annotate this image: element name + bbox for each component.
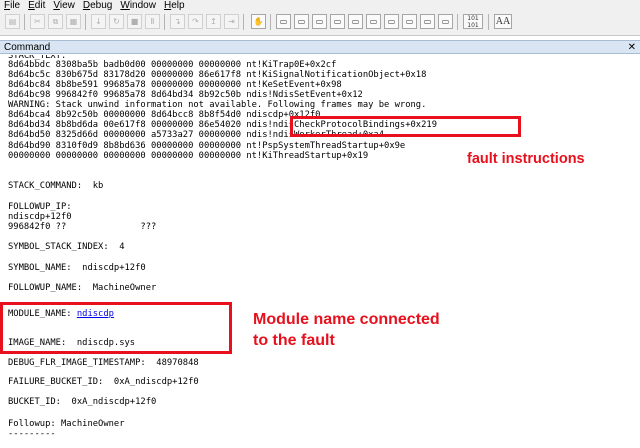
output-line: SYMBOL_NAME: ndiscdp+12f0 <box>8 263 146 274</box>
source-mode-icon[interactable]: ▭ <box>438 14 453 29</box>
disassembly-window-icon[interactable]: ▭ <box>384 14 399 29</box>
breakpoint-hand-icon[interactable]: ✋ <box>251 14 266 29</box>
processes-threads-icon[interactable]: ▭ <box>420 14 435 29</box>
output-line-text: Followup: MachineOwner <box>8 419 125 429</box>
output-line-text: 00000000 00000000 00000000 00000000 0000… <box>8 151 369 161</box>
toolbar-separator <box>270 14 271 30</box>
copy-icon[interactable]: ⧉ <box>48 14 63 29</box>
output-line-text: WARNING: Stack unwind information not av… <box>8 100 427 110</box>
fault-instruction-highlight <box>290 116 521 137</box>
output-line: FAILURE_BUCKET_ID: 0xA_ndiscdp+12f0 <box>8 377 199 388</box>
output-line-text: STACK_COMMAND: kb <box>8 181 104 191</box>
toolbar: ▤ ✂ ⧉ ▦ ↓ ↻ ■ Ⅱ ↴ ↷ ↥ ⇥ ✋ ▭ ▭ ▭ ▭ ▭ ▭ ▭ … <box>0 11 640 36</box>
close-icon[interactable]: ✕ <box>628 41 636 55</box>
output-line-text: 8d64bbdc 8308ba5b badb0d00 00000000 0000… <box>8 60 337 70</box>
registers-window-icon[interactable]: ▭ <box>330 14 345 29</box>
output-line: --------- <box>8 429 56 440</box>
open-icon[interactable]: ▤ <box>5 14 20 29</box>
output-line-text: SYMBOL_STACK_INDEX: 4 <box>8 242 125 252</box>
output-line-text: 8d64bc5c 830b675d 83178d20 00000000 86e6… <box>8 70 427 80</box>
module-annotation-line: to the fault <box>253 332 335 349</box>
module-name-annotation: Module name connected to the fault <box>253 309 440 351</box>
menu-bar: File Edit View Debug Window Help <box>0 0 640 11</box>
output-line: SYMBOL_STACK_INDEX: 4 <box>8 242 125 253</box>
break-icon[interactable]: Ⅱ <box>145 14 160 29</box>
menu-edit[interactable]: Edit <box>24 0 49 11</box>
module-annotation-line: Module name connected <box>253 311 440 328</box>
hex-label: 101 <box>467 22 479 29</box>
output-line-text: FOLLOWUP_IP: <box>8 202 72 212</box>
toolbar-separator <box>243 14 244 30</box>
output-line-text: FOLLOWUP_NAME: MachineOwner <box>8 283 157 293</box>
restart-icon[interactable]: ↻ <box>109 14 124 29</box>
step-out-icon[interactable]: ↥ <box>206 14 221 29</box>
hex-label: 101 <box>467 15 479 22</box>
memory-window-icon[interactable]: ▭ <box>348 14 363 29</box>
step-over-icon[interactable]: ↷ <box>188 14 203 29</box>
toolbar-separator <box>164 14 165 30</box>
output-line: 996842f0 ?? ??? <box>8 222 156 233</box>
output-line: BUCKET_ID: 0xA_ndiscdp+12f0 <box>8 397 156 408</box>
paste-icon[interactable]: ▦ <box>66 14 81 29</box>
cut-icon[interactable]: ✂ <box>30 14 45 29</box>
toolbar-separator <box>85 14 86 30</box>
step-into-icon[interactable]: ↴ <box>170 14 185 29</box>
output-line: DEBUG_FLR_IMAGE_TIMESTAMP: 48970848 <box>8 358 199 369</box>
output-line-text: BUCKET_ID: 0xA_ndiscdp+12f0 <box>8 397 157 407</box>
output-line-text: 8d64bca4 8b92c50b 00000000 8d64bcc8 8b8f… <box>8 110 321 120</box>
output-line-text: 8d64bc98 996842f0 99685a78 8d64bd34 8b92… <box>8 90 363 100</box>
menu-debug[interactable]: Debug <box>79 0 116 11</box>
output-line-text: --------- <box>8 429 56 439</box>
output-line: 00000000 00000000 00000000 00000000 0000… <box>8 151 368 162</box>
menu-window[interactable]: Window <box>116 0 160 11</box>
scratch-pad-icon[interactable]: ▭ <box>402 14 417 29</box>
toolbar-separator <box>457 14 458 30</box>
locals-window-icon[interactable]: ▭ <box>312 14 327 29</box>
menu-file[interactable]: File <box>0 0 24 11</box>
output-line-text: FAILURE_BUCKET_ID: 0xA_ndiscdp+12f0 <box>8 377 199 387</box>
command-output: STACK_TEXT: 8d64bbdc 8308ba5b badb0d00 00… <box>8 55 633 448</box>
output-line: STACK_COMMAND: kb <box>8 181 103 192</box>
go-icon[interactable]: ↓ <box>91 14 106 29</box>
output-line-text: DEBUG_FLR_IMAGE_TIMESTAMP: 48970848 <box>8 358 199 368</box>
output-line-text: 8d64bc84 8b8be591 99685a78 00000000 0000… <box>8 80 342 90</box>
output-line-text: 8d64bd90 8310f0d9 8b8bd636 00000000 0000… <box>8 141 406 151</box>
window-title: Command <box>4 42 51 53</box>
command-window-icon[interactable]: ▭ <box>276 14 291 29</box>
watch-window-icon[interactable]: ▭ <box>294 14 309 29</box>
hex-display-icon[interactable]: 101 101 <box>463 14 483 29</box>
toolbar-separator <box>488 14 489 30</box>
command-window-titlebar: Command ✕ <box>0 40 640 54</box>
menu-view[interactable]: View <box>49 0 79 11</box>
stop-icon[interactable]: ■ <box>127 14 142 29</box>
module-name-highlight <box>0 302 232 354</box>
call-stack-window-icon[interactable]: ▭ <box>366 14 381 29</box>
output-line-text: ndiscdp+12f0 <box>8 212 72 222</box>
output-line: FOLLOWUP_NAME: MachineOwner <box>8 283 156 294</box>
output-line-text: SYMBOL_NAME: ndiscdp+12f0 <box>8 263 146 273</box>
run-to-cursor-icon[interactable]: ⇥ <box>224 14 239 29</box>
fault-instructions-annotation: fault instructions <box>467 151 585 167</box>
toolbar-separator <box>24 14 25 30</box>
menu-help[interactable]: Help <box>160 0 189 11</box>
font-icon[interactable]: AA <box>494 14 512 29</box>
output-line-text: 996842f0 ?? ??? <box>8 222 157 232</box>
